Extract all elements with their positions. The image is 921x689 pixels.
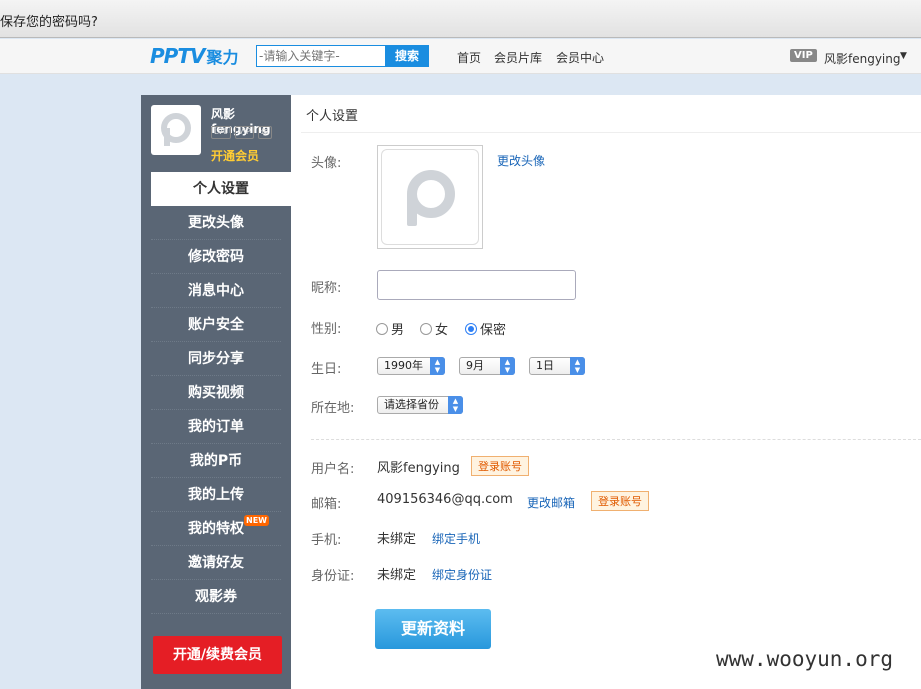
sidebar-item-buy-video[interactable]: 购买视频 [151,376,281,410]
login-account-tag: 登录账号 [471,456,529,476]
updown-arrows-icon: ▲ ▼ [448,396,463,414]
updown-arrows-icon: ▲ ▼ [570,357,585,375]
password-save-bar: 保存您的密码吗? [0,0,921,38]
sidebar-item-account-security[interactable]: 账户安全 [151,308,281,342]
sidebar-item-movie-vouchers[interactable]: 观影券 [151,580,281,614]
page-title: 个人设置 [306,109,359,124]
nav-link-member-center[interactable]: 会员中心 [556,49,604,66]
search-button[interactable]: 搜索 [385,45,429,67]
header-username[interactable]: 风影fengying [824,50,901,67]
nav-link-home[interactable]: 首页 [457,49,481,66]
bind-id-card-link[interactable]: 绑定身份证 [432,566,492,583]
sidebar-item-my-pcoins[interactable]: 我的P币 [151,444,281,478]
birth-month-select[interactable]: 9月 ▲ ▼ [459,357,515,375]
pptv-avatar-icon [407,170,455,226]
avatar-preview [377,145,483,249]
gender-radio-female[interactable]: 女 [420,319,448,338]
update-profile-button[interactable]: 更新资料 [375,609,491,649]
birth-day-select[interactable]: 1日 ▲ ▼ [529,357,585,375]
province-select[interactable]: 请选择省份 ▲ ▼ [377,396,463,414]
radio-label: 男 [391,323,405,338]
select-value: 请选择省份 [384,398,439,411]
chevron-down-icon[interactable]: ▼ [900,51,907,61]
pptv-avatar-icon [161,113,191,146]
select-value: 1日 [536,359,554,372]
open-member-link[interactable]: 开通会员 [211,147,259,164]
sidebar-item-my-privileges[interactable]: 我的特权 NEW [151,512,281,546]
phone-label: 手机: [311,533,342,548]
select-value: 9月 [466,359,484,372]
new-badge: NEW [244,515,269,526]
vip-badge: VIP [790,49,817,62]
avatar-label: 头像: [311,156,342,171]
level-badge: LV0 [211,126,232,139]
password-save-prompt: 保存您的密码吗? [0,15,98,30]
login-account-tag: 登录账号 [591,491,649,511]
search-input[interactable] [256,45,386,67]
vip-level-badge: VIP [235,126,254,139]
annual-badge: 年 [257,126,272,139]
sidebar-menu: 个人设置 更改头像 修改密码 消息中心 账户安全 同步分享 购买视频 我的订单 … [141,172,291,614]
sidebar-item-personal-settings[interactable]: 个人设置 [151,172,291,206]
nickname-input[interactable] [377,270,576,300]
watermark: www.wooyun.org [716,647,894,671]
main-content: 个人设置 头像: 更改头像 昵称: 性别: 男 女 保密 生日: 1990年 ▲… [291,95,921,689]
title-divider [301,132,921,133]
sidebar-item-invite-friends[interactable]: 邀请好友 [151,546,281,580]
sidebar-item-messages[interactable]: 消息中心 [151,274,281,308]
sidebar-item-my-orders[interactable]: 我的订单 [151,410,281,444]
username-value: 风影fengying [377,461,460,476]
sidebar: 风影fengying LV0 VIP 年 开通会员 个人设置 更改头像 修改密码… [141,95,291,689]
radio-button[interactable] [376,322,388,335]
email-value: 409156346@qq.com [377,492,513,507]
logo-brand-text: 聚力 [206,48,239,67]
id-card-value: 未绑定 [377,568,417,583]
avatar[interactable] [151,105,201,155]
nav-link-member-library[interactable]: 会员片库 [494,49,542,66]
birthday-label: 生日: [311,362,342,377]
logo-pptv-text: PPTV [150,44,205,68]
id-card-label: 身份证: [311,569,355,584]
pptv-logo[interactable]: PPTV 聚力 [150,44,239,68]
gender-label: 性别: [311,322,342,337]
radio-label: 保密 [480,323,507,338]
change-email-link[interactable]: 更改邮箱 [527,494,575,511]
updown-arrows-icon: ▲ ▼ [500,357,515,375]
phone-value: 未绑定 [377,532,417,547]
user-level-badges: LV0 VIP 年 [211,126,272,139]
renew-member-button[interactable]: 开通/续费会员 [153,636,282,674]
sidebar-item-change-password[interactable]: 修改密码 [151,240,281,274]
email-label: 邮箱: [311,497,342,512]
radio-button[interactable] [420,322,432,335]
bind-phone-link[interactable]: 绑定手机 [432,530,480,547]
change-avatar-link[interactable]: 更改头像 [497,152,545,169]
radio-label: 女 [435,323,449,338]
select-value: 1990年 [384,359,423,372]
sidebar-item-sync-share[interactable]: 同步分享 [151,342,281,376]
birth-year-select[interactable]: 1990年 ▲ ▼ [377,357,445,375]
updown-arrows-icon: ▲ ▼ [430,357,445,375]
location-label: 所在地: [311,401,355,416]
section-divider [311,439,921,440]
sidebar-item-label: 我的特权 [188,521,244,537]
username-label: 用户名: [311,462,355,477]
gender-radio-secret[interactable]: 保密 [465,319,506,338]
nickname-label: 昵称: [311,281,342,296]
gender-radio-male[interactable]: 男 [376,319,404,338]
radio-button-selected[interactable] [465,322,477,335]
top-navigation: PPTV 聚力 搜索 首页 会员片库 会员中心 VIP 风影fengying ▼ [0,39,921,74]
sidebar-item-my-uploads[interactable]: 我的上传 [151,478,281,512]
sidebar-item-change-avatar[interactable]: 更改头像 [151,206,281,240]
